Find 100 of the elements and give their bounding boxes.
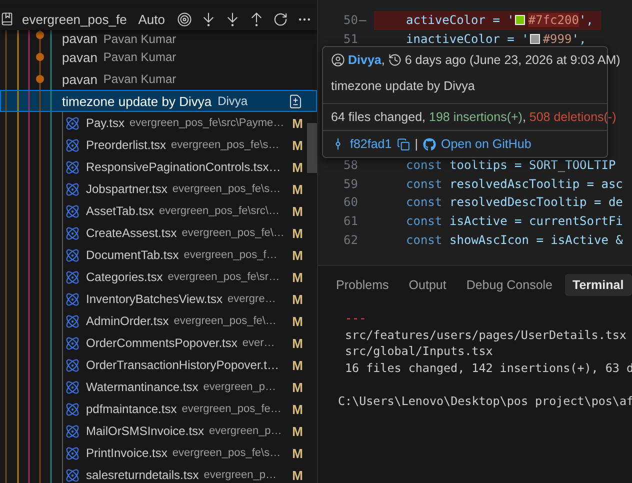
- file-row[interactable]: pdfmaintance.tsx evergreen_pos_fe… M: [0, 398, 307, 420]
- status-label: M: [291, 380, 303, 394]
- code-keyword: const: [406, 195, 442, 210]
- commit-author: Pavan Kumar: [103, 50, 176, 64]
- file-row[interactable]: PrintInvoice.tsx evergreen_pos_fe\s… M: [0, 442, 307, 464]
- terminal-line: ---: [344, 310, 368, 326]
- react-atom-icon: [65, 424, 80, 438]
- status-label: M: [291, 204, 303, 218]
- react-atom-icon: [65, 204, 80, 218]
- file-path: evergreen_pos_fe\sr…: [168, 271, 280, 283]
- status-label: M: [291, 292, 303, 306]
- file-path: evergreen_pos_fe\s…: [172, 447, 281, 459]
- file-path: evergreen_p…: [209, 425, 282, 437]
- panel-tab[interactable]: Terminal: [564, 274, 632, 296]
- target-icon[interactable]: [175, 10, 193, 28]
- file-row[interactable]: Categories.tsx evergreen_pos_fe\sr… M: [0, 266, 307, 288]
- status-label: M: [291, 336, 303, 350]
- open-on-github-link[interactable]: Open on GitHub: [440, 137, 532, 151]
- file-name: Jobspartner.tsx: [86, 182, 168, 196]
- code-text: tooltips = SORT_TOOLTIP: [450, 158, 616, 172]
- file-name: Preorderlist.tsx: [86, 138, 166, 152]
- file-name: Categories.tsx: [86, 270, 163, 284]
- file-path: evergreen_pos_fe…: [182, 403, 282, 415]
- react-atom-icon: [65, 358, 80, 372]
- terminal-line: src/features/users/pages/UserDetails.tsx: [344, 326, 628, 343]
- file-name: salesreturndetails.tsx: [86, 468, 199, 482]
- file-row[interactable]: InventoryBatchesView.tsx evergre… M: [0, 288, 307, 310]
- file-path: ever…: [242, 337, 275, 349]
- line-number: 61: [342, 214, 358, 228]
- react-atom-icon: [65, 380, 80, 394]
- status-label: M: [291, 182, 303, 196]
- line-number: 50: [342, 13, 358, 28]
- history-icon: [388, 53, 402, 67]
- file-row[interactable]: AssetTab.tsx evergreen_pos_fe\src\… M: [0, 200, 307, 222]
- code-text: ',: [572, 32, 586, 46]
- commit-author: Pavan Kumar: [103, 72, 176, 86]
- copy-icon[interactable]: [396, 138, 410, 150]
- file-row[interactable]: salesreturndetails.tsx evergreen_p… M: [0, 464, 307, 483]
- status-label: M: [291, 468, 303, 482]
- commit-row[interactable]: pavan Pavan Kumar: [0, 46, 317, 68]
- commit-message: pavan: [62, 50, 98, 64]
- file-path: evergreen_pos_fe\src\…: [159, 205, 280, 217]
- file-row[interactable]: AdminOrder.tsx evergreen_pos_fe\… M: [0, 310, 307, 332]
- status-label: M: [291, 270, 303, 284]
- file-diff-icon[interactable]: [288, 94, 303, 108]
- status-label: M: [291, 358, 303, 372]
- file-name: ResponsivePaginationControls.tsx…: [86, 160, 281, 174]
- commit-message: pavan: [62, 31, 98, 46]
- file-path: evergreen_pos_fe\s…: [172, 183, 281, 195]
- status-label: M: [291, 116, 303, 130]
- react-atom-icon: [65, 182, 80, 196]
- file-row[interactable]: CreateAssest.tsx evergreen_pos_fe\… M: [0, 222, 307, 244]
- commit-author: Divya: [218, 94, 248, 108]
- commit-row[interactable]: pavan Pavan Kumar: [0, 68, 317, 90]
- line-number: 62: [342, 232, 358, 247]
- file-row[interactable]: OrderCommentsPopover.tsx ever… M: [0, 332, 307, 354]
- file-name: MailOrSMSInvoice.tsx: [86, 424, 204, 438]
- panel-tab[interactable]: Problems: [328, 274, 397, 296]
- react-atom-icon: [65, 314, 80, 328]
- file-row[interactable]: Jobspartner.tsx evergreen_pos_fe\s… M: [0, 178, 307, 200]
- file-path: evergreen_p…: [204, 469, 276, 481]
- line-number: 60: [342, 195, 358, 210]
- react-atom-icon: [65, 160, 80, 174]
- file-row[interactable]: ResponsivePaginationControls.tsx… M: [0, 156, 307, 178]
- mode-label[interactable]: Auto: [138, 12, 165, 26]
- code-text: activeColor = ': [406, 13, 514, 28]
- file-path: evergreen_pos_fe\…: [174, 315, 276, 327]
- code-text: resolvedDescTooltip = de: [450, 195, 623, 210]
- commit-hash-link[interactable]: f82fad1: [350, 137, 392, 151]
- line-number: 58: [342, 158, 358, 172]
- user-icon: [331, 53, 345, 67]
- status-label: M: [291, 314, 303, 328]
- scrollbar[interactable]: [307, 123, 317, 173]
- commit-message: timezone update by Divya: [62, 94, 212, 108]
- change-summary: 64 files changed, 198 insertions(+), 508 deletions(-): [331, 110, 616, 124]
- file-path: evergre…: [228, 293, 276, 305]
- file-row[interactable]: Pay.tsx evergreen_pos_fe\src\Payme… M: [0, 112, 307, 134]
- code-text: inactiveColor = ': [406, 32, 529, 46]
- file-row[interactable]: Preorderlist.tsx evergreen_pos_fe\s… M: [0, 134, 307, 156]
- file-row[interactable]: DocumentTab.tsx evergreen_pos_f… M: [0, 244, 307, 266]
- file-row[interactable]: Watermantinance.tsx evergreen_p… M: [0, 376, 307, 398]
- commit-row[interactable]: pavan Pavan Kumar: [0, 30, 317, 46]
- repository-icon: [0, 12, 14, 26]
- react-atom-icon: [65, 402, 80, 416]
- status-label: M: [291, 424, 303, 438]
- file-name: PrintInvoice.tsx: [86, 446, 168, 460]
- panel-tab[interactable]: Output: [400, 274, 454, 296]
- panel-tab[interactable]: Debug Console: [458, 274, 560, 296]
- author-name[interactable]: Divya: [348, 53, 382, 67]
- commit-row[interactable]: timezone update by Divya Divya: [0, 90, 317, 112]
- repository-name: evergreen_pos_fe: [22, 12, 127, 26]
- react-atom-icon: [65, 138, 80, 152]
- code-text: showAscIcon = isActive &: [450, 232, 623, 247]
- color-value: #999: [542, 32, 572, 46]
- file-name: OrderCommentsPopover.tsx: [86, 336, 238, 350]
- file-row[interactable]: MailOrSMSInvoice.tsx evergreen_p… M: [0, 420, 307, 442]
- file-row[interactable]: OrderTransactionHistoryPopover.t… M: [0, 354, 307, 376]
- file-name: InventoryBatchesView.tsx: [86, 292, 223, 306]
- file-name: DocumentTab.tsx: [86, 248, 179, 262]
- react-atom-icon: [65, 270, 80, 284]
